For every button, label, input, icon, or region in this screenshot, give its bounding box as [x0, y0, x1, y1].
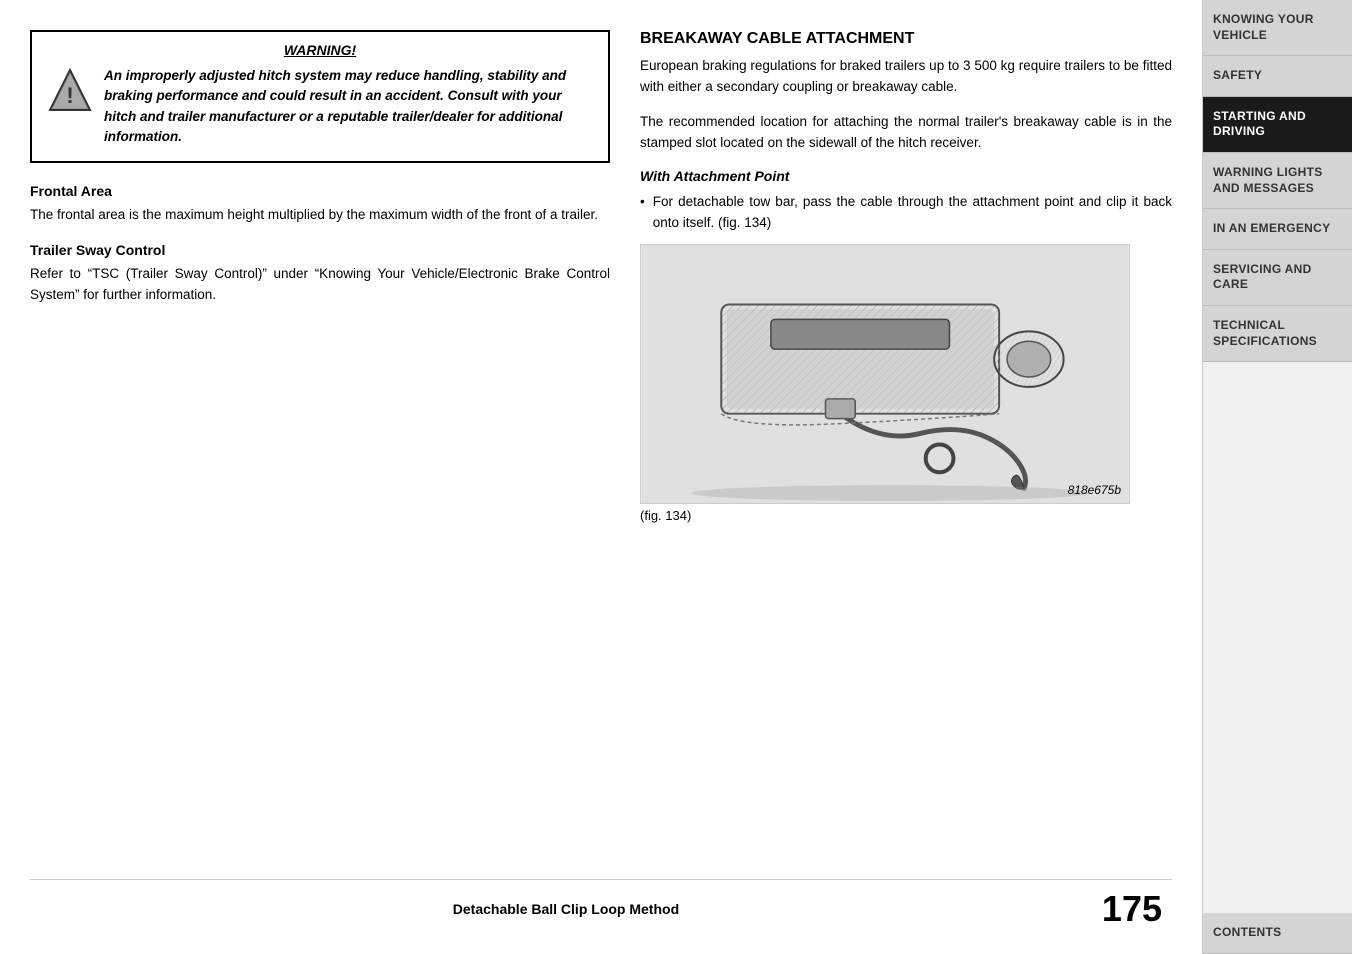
sidebar-item-servicing-and-care[interactable]: SERVICING AND CARE [1203, 250, 1352, 306]
warning-body: ! An improperly adjusted hitch system ma… [46, 66, 594, 147]
main-content: WARNING! ! An improperly adjusted hitch … [0, 0, 1202, 954]
breakaway-para2: The recommended location for attaching t… [640, 112, 1172, 154]
page-number: 175 [1102, 888, 1162, 930]
figure-image: 818e675b [640, 244, 1130, 504]
frontal-area-body: The frontal area is the maximum height m… [30, 205, 610, 226]
sidebar-item-safety[interactable]: SAFETY [1203, 56, 1352, 97]
trailer-sway-section: Trailer Sway Control Refer to “TSC (Trai… [30, 242, 610, 306]
bottom-caption: Detachable Ball Clip Loop Method [30, 901, 1102, 917]
sidebar-item-warning-lights[interactable]: WARNING LIGHTS AND MESSAGES [1203, 153, 1352, 209]
breakaway-title: BREAKAWAY CABLE ATTACHMENT [640, 30, 1172, 48]
sidebar: KNOWING YOUR VEHICLESAFETYSTARTING AND D… [1202, 0, 1352, 954]
warning-title: WARNING! [46, 42, 594, 58]
warning-text: An improperly adjusted hitch system may … [104, 66, 594, 147]
sidebar-item-starting-and-driving[interactable]: STARTING AND DRIVING [1203, 97, 1352, 153]
breakaway-bullet-text: For detachable tow bar, pass the cable t… [653, 192, 1172, 234]
two-column-layout: WARNING! ! An improperly adjusted hitch … [30, 30, 1172, 861]
sidebar-item-technical-specifications[interactable]: TECHNICAL SPECIFICATIONS [1203, 306, 1352, 362]
trailer-sway-body: Refer to “TSC (Trailer Sway Control)” un… [30, 264, 610, 306]
breakaway-para1: European braking regulations for braked … [640, 56, 1172, 98]
trailer-sway-heading: Trailer Sway Control [30, 242, 610, 258]
left-column: WARNING! ! An improperly adjusted hitch … [30, 30, 610, 861]
bottom-bar: Detachable Ball Clip Loop Method 175 [30, 879, 1172, 934]
sidebar-item-knowing-your-vehicle[interactable]: KNOWING YOUR VEHICLE [1203, 0, 1352, 56]
right-column: BREAKAWAY CABLE ATTACHMENT European brak… [610, 30, 1172, 861]
sidebar-item-contents[interactable]: CONTENTS [1203, 913, 1352, 954]
figure-area: 818e675b (fig. 134) [640, 244, 1172, 523]
warning-triangle-icon: ! [46, 66, 94, 114]
frontal-area-heading: Frontal Area [30, 183, 610, 199]
frontal-area-section: Frontal Area The frontal area is the max… [30, 183, 610, 226]
warning-box: WARNING! ! An improperly adjusted hitch … [30, 30, 610, 163]
sidebar-item-in-an-emergency[interactable]: IN AN EMERGENCY [1203, 209, 1352, 250]
breakaway-bullet: • For detachable tow bar, pass the cable… [640, 192, 1172, 234]
figure-caption: (fig. 134) [640, 508, 1172, 523]
hitch-illustration [641, 245, 1129, 503]
bullet-dot: • [640, 192, 645, 234]
svg-text:!: ! [66, 83, 73, 108]
figure-id: 818e675b [1068, 483, 1121, 497]
breakaway-subsection: With Attachment Point [640, 168, 1172, 184]
